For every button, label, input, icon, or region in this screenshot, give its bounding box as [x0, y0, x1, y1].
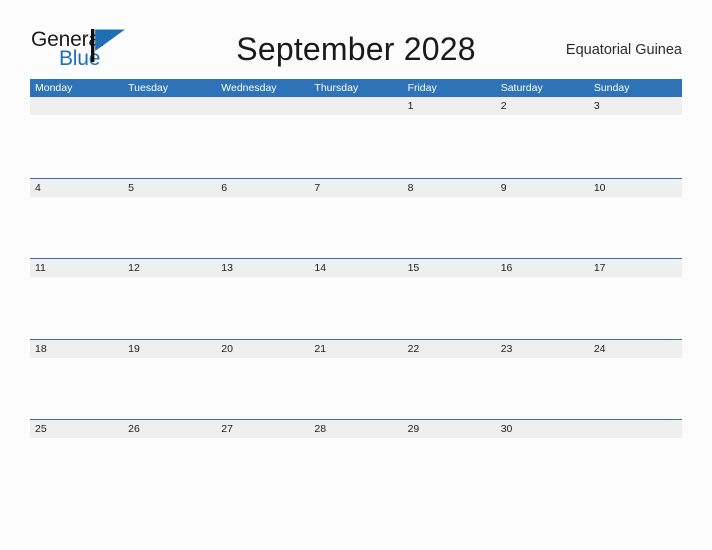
day-cell[interactable]: 15: [403, 259, 496, 277]
day-cell[interactable]: 26: [123, 420, 216, 438]
day-cell[interactable]: 27: [216, 420, 309, 438]
day-cell[interactable]: 8: [403, 179, 496, 197]
week-date-band: 4 5 6 7 8 9 10: [30, 178, 682, 197]
weekday-sunday: Sunday: [593, 82, 630, 94]
weekday-header-row: Monday Tuesday Wednesday Thursday Friday…: [30, 79, 682, 97]
day-cell[interactable]: 2: [496, 97, 589, 115]
day-cell[interactable]: 18: [30, 340, 123, 358]
day-cell[interactable]: 19: [123, 340, 216, 358]
weekday-monday: Monday: [35, 82, 73, 94]
locale-label: Equatorial Guinea: [565, 42, 682, 58]
week-row: 1 2 3: [30, 97, 682, 178]
calendar-grid: Monday Tuesday Wednesday Thursday Friday…: [30, 79, 682, 479]
day-cell[interactable]: 6: [216, 179, 309, 197]
day-cell[interactable]: 3: [589, 97, 682, 115]
day-cell[interactable]: 29: [403, 420, 496, 438]
week-date-band: 18 19 20 21 22 23 24: [30, 339, 682, 358]
weekday-thursday: Thursday: [314, 82, 359, 94]
day-cell[interactable]: 22: [403, 340, 496, 358]
week-row: 11 12 13 14 15 16 17: [30, 258, 682, 339]
day-cell[interactable]: 28: [309, 420, 402, 438]
week-date-band: 25 26 27 28 29 30: [30, 420, 682, 438]
day-cell[interactable]: 30: [496, 420, 589, 438]
day-cell[interactable]: 23: [496, 340, 589, 358]
page-header: General Blue September 2028 Equatorial G…: [0, 0, 712, 78]
day-cell[interactable]: [216, 97, 309, 115]
day-cell[interactable]: 7: [309, 179, 402, 197]
day-cell[interactable]: [30, 97, 123, 115]
week-row: 4 5 6 7 8 9 10: [30, 177, 682, 259]
week-date-band: 11 12 13 14 15 16 17: [30, 259, 682, 277]
week-date-band: 1 2 3: [30, 97, 682, 115]
day-cell[interactable]: 16: [496, 259, 589, 277]
week-event-area[interactable]: [30, 197, 682, 259]
day-cell[interactable]: 17: [589, 259, 682, 277]
day-cell[interactable]: 4: [30, 179, 123, 197]
week-row: 18 19 20 21 22 23 24: [30, 338, 682, 420]
day-cell[interactable]: 13: [216, 259, 309, 277]
weekday-tuesday: Tuesday: [128, 82, 169, 94]
calendar-page: General Blue September 2028 Equatorial G…: [0, 0, 712, 550]
weekday-wednesday: Wednesday: [221, 82, 277, 94]
day-cell[interactable]: 9: [496, 179, 589, 197]
day-cell[interactable]: [589, 420, 682, 438]
day-cell[interactable]: 25: [30, 420, 123, 438]
week-row: 25 26 27 28 29 30: [30, 419, 682, 479]
week-event-area[interactable]: [30, 438, 682, 500]
day-cell[interactable]: [309, 97, 402, 115]
day-cell[interactable]: 14: [309, 259, 402, 277]
weekday-friday: Friday: [407, 82, 437, 94]
week-event-area[interactable]: [30, 277, 682, 339]
day-cell[interactable]: 24: [589, 340, 682, 358]
week-event-area[interactable]: [30, 358, 682, 420]
day-cell[interactable]: 12: [123, 259, 216, 277]
weekday-saturday: Saturday: [500, 82, 543, 94]
day-cell[interactable]: 5: [123, 179, 216, 197]
day-cell[interactable]: 1: [403, 97, 496, 115]
day-cell[interactable]: [123, 97, 216, 115]
week-event-area[interactable]: [30, 115, 682, 177]
day-cell[interactable]: 20: [216, 340, 309, 358]
day-cell[interactable]: 21: [309, 340, 402, 358]
day-cell[interactable]: 10: [589, 179, 682, 197]
day-cell[interactable]: 11: [30, 259, 123, 277]
